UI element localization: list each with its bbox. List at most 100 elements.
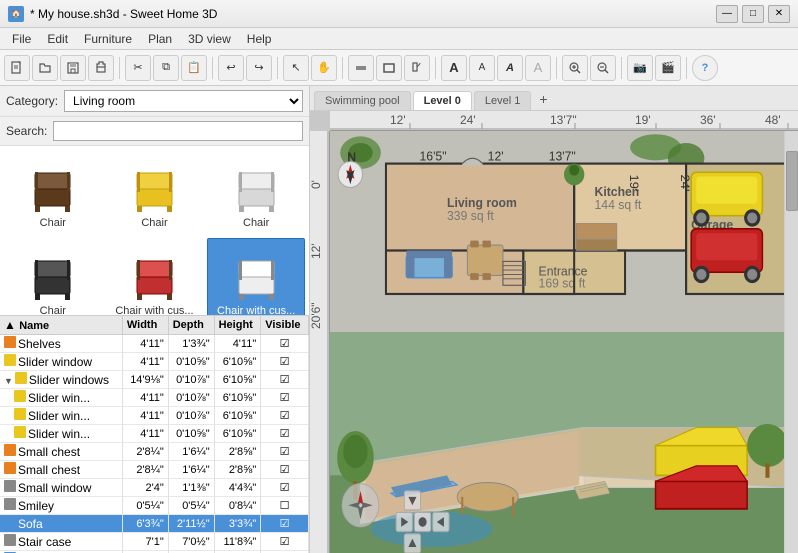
select-button[interactable]: ↖ bbox=[283, 55, 309, 81]
table-row[interactable]: Stair case7'1"7'0½"11'8¾"☑ bbox=[0, 533, 309, 551]
tab-level-0[interactable]: Level 0 bbox=[413, 91, 472, 110]
row-icon bbox=[4, 462, 16, 474]
furniture-item-chair-3[interactable]: Chair bbox=[207, 150, 305, 234]
col-depth[interactable]: Depth bbox=[168, 316, 214, 335]
wall-button[interactable] bbox=[348, 55, 374, 81]
close-button[interactable]: ✕ bbox=[768, 5, 790, 23]
table-row[interactable]: Smiley0'5¼"0'5¼"0'8¼"☐ bbox=[0, 497, 309, 515]
category-select[interactable]: Living room Bedroom Kitchen Bathroom Out… bbox=[64, 90, 303, 112]
table-row[interactable]: Slider win...4'11"0'10⅝"6'10⅝"☑ bbox=[0, 425, 309, 443]
visible-check: ☑ bbox=[280, 428, 290, 440]
titlebar: 🏠 * My house.sh3d - Sweet Home 3D — □ ✕ bbox=[0, 0, 798, 28]
redo-button[interactable]: ↪ bbox=[246, 55, 272, 81]
table-row[interactable]: Slider win...4'11"0'10⅞"6'10⅝"☑ bbox=[0, 389, 309, 407]
visible-check: ☑ bbox=[280, 410, 290, 422]
row-height: 4'4¾" bbox=[214, 479, 261, 497]
col-height[interactable]: Height bbox=[214, 316, 261, 335]
table-row[interactable]: Slider window4'11"0'10⅝"6'10⅝"☑ bbox=[0, 353, 309, 371]
floor-plan-container[interactable]: 12' 24' 13'7" 19' 36' 48' bbox=[310, 111, 798, 553]
furniture-item-chair-4[interactable]: Chair bbox=[4, 238, 102, 315]
pan-button[interactable]: ✋ bbox=[311, 55, 337, 81]
right-panel: Swimming pool Level 0 Level 1 + 12' 24' … bbox=[310, 86, 798, 553]
svg-text:19': 19' bbox=[627, 174, 641, 191]
svg-text:16'5": 16'5" bbox=[420, 149, 447, 163]
row-name: Slider win... bbox=[28, 391, 90, 405]
row-width: 4'11" bbox=[122, 335, 168, 353]
furniture-img-chair-3 bbox=[226, 155, 286, 215]
camera-button[interactable]: 📷 bbox=[627, 55, 653, 81]
expand-arrow[interactable]: ▼ bbox=[4, 376, 13, 386]
zoom-out-button[interactable] bbox=[590, 55, 616, 81]
menu-file[interactable]: File bbox=[4, 30, 39, 48]
svg-text:48': 48' bbox=[765, 113, 781, 127]
video-button[interactable]: 🎬 bbox=[655, 55, 681, 81]
cut-button[interactable]: ✂ bbox=[125, 55, 151, 81]
table-row[interactable]: ▼Slider windows14'9⅛"0'10⅞"6'10⅝"☑ bbox=[0, 371, 309, 389]
row-icon bbox=[4, 516, 16, 528]
properties-scroll[interactable]: ▲ Name Width Depth Height Visible Shelve… bbox=[0, 316, 309, 553]
separator-5 bbox=[435, 57, 436, 79]
table-row[interactable]: Small chest2'8¼"1'6¼"2'8⅝"☑ bbox=[0, 461, 309, 479]
svg-text:13'7": 13'7" bbox=[550, 113, 577, 127]
furniture-item-chair-2[interactable]: Chair bbox=[106, 150, 204, 234]
copy-button[interactable]: ⧉ bbox=[153, 55, 179, 81]
text-light-button[interactable]: A bbox=[525, 55, 551, 81]
menu-edit[interactable]: Edit bbox=[39, 30, 76, 48]
visible-check: ☑ bbox=[280, 482, 290, 494]
text-small-button[interactable]: A bbox=[469, 55, 495, 81]
tab-swimming-pool[interactable]: Swimming pool bbox=[314, 91, 411, 110]
open-button[interactable] bbox=[32, 55, 58, 81]
row-width: 4'11" bbox=[122, 407, 168, 425]
furniture-img-chair-6 bbox=[226, 243, 286, 303]
save-button[interactable] bbox=[60, 55, 86, 81]
col-width[interactable]: Width bbox=[122, 316, 168, 335]
svg-text:12': 12' bbox=[310, 243, 323, 259]
row-name: Small chest bbox=[18, 445, 80, 459]
text-italic-button[interactable]: A bbox=[497, 55, 523, 81]
furniture-label-6: Chair with cus... bbox=[217, 305, 295, 315]
category-row: Category: Living room Bedroom Kitchen Ba… bbox=[0, 86, 309, 117]
maximize-button[interactable]: □ bbox=[742, 5, 764, 23]
zoom-in-button[interactable] bbox=[562, 55, 588, 81]
help-button[interactable]: ? bbox=[692, 55, 718, 81]
row-icon bbox=[14, 390, 26, 402]
visible-check: ☑ bbox=[280, 446, 290, 458]
menu-3d-view[interactable]: 3D view bbox=[180, 30, 239, 48]
menu-help[interactable]: Help bbox=[239, 30, 280, 48]
col-visible[interactable]: Visible bbox=[261, 316, 309, 335]
visible-check: ☑ bbox=[280, 374, 290, 386]
table-row[interactable]: Shelves4'11"1'3¾"4'11"☑ bbox=[0, 335, 309, 353]
separator-3 bbox=[277, 57, 278, 79]
col-name[interactable]: ▲ Name bbox=[0, 316, 122, 335]
door-button[interactable] bbox=[404, 55, 430, 81]
furniture-label-5: Chair with cus... bbox=[115, 305, 193, 315]
scrollbar-thumb[interactable] bbox=[786, 151, 798, 211]
tab-level-1[interactable]: Level 1 bbox=[474, 91, 531, 110]
menu-furniture[interactable]: Furniture bbox=[76, 30, 140, 48]
add-level-button[interactable]: + bbox=[533, 88, 553, 110]
table-row[interactable]: Small window2'4"1'1⅜"4'4¾"☑ bbox=[0, 479, 309, 497]
furniture-item-chair-1[interactable]: Chair bbox=[4, 150, 102, 234]
search-input[interactable] bbox=[53, 121, 303, 141]
undo-button[interactable]: ↩ bbox=[218, 55, 244, 81]
menu-plan[interactable]: Plan bbox=[140, 30, 180, 48]
table-row[interactable]: Small chest2'8¼"1'6¼"2'8⅝"☑ bbox=[0, 443, 309, 461]
furniture-item-chair-5[interactable]: Chair with cus... bbox=[106, 238, 204, 315]
table-row[interactable]: Sofa6'3¾"2'11½"3'3¾"☑ bbox=[0, 515, 309, 533]
row-icon bbox=[14, 408, 26, 420]
table-row[interactable]: Slider win...4'11"0'10⅞"6'10⅝"☑ bbox=[0, 407, 309, 425]
row-width: 6'3¾" bbox=[122, 515, 168, 533]
floor-plan-svg[interactable]: Living room 339 sq ft Kitchen 144 sq ft … bbox=[330, 131, 798, 332]
minimize-button[interactable]: — bbox=[716, 5, 738, 23]
vertical-scrollbar[interactable] bbox=[784, 131, 798, 553]
new-button[interactable] bbox=[4, 55, 30, 81]
room-button[interactable] bbox=[376, 55, 402, 81]
titlebar-controls: — □ ✕ bbox=[716, 5, 790, 23]
row-width: 0'5¼" bbox=[122, 497, 168, 515]
paste-button[interactable]: 📋 bbox=[181, 55, 207, 81]
row-name: Slider win... bbox=[28, 427, 90, 441]
furniture-item-chair-6[interactable]: Chair with cus... bbox=[207, 238, 305, 315]
text-button[interactable]: A bbox=[441, 55, 467, 81]
3d-view[interactable] bbox=[330, 332, 798, 553]
print-button[interactable] bbox=[88, 55, 114, 81]
